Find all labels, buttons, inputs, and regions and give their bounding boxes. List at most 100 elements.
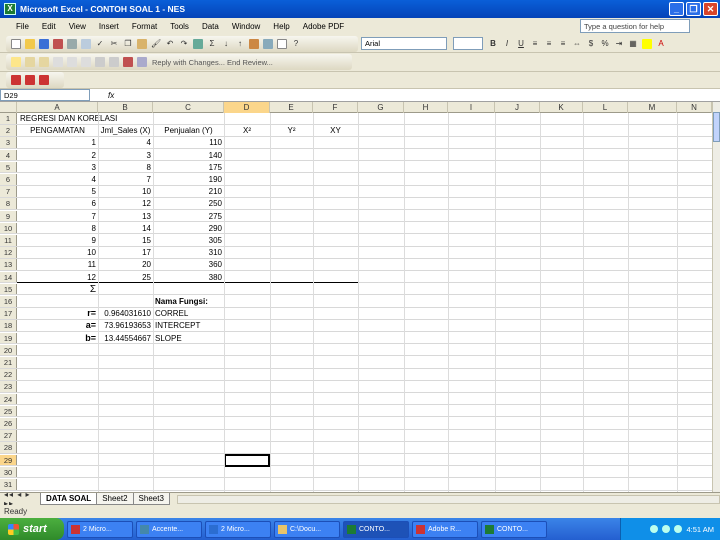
menu-adobe-pdf[interactable]: Adobe PDF	[303, 22, 344, 31]
network-icon[interactable]	[650, 525, 659, 533]
show-comment-icon[interactable]	[53, 57, 63, 67]
cell-b2[interactable]: Jml_Sales (X)	[100, 125, 151, 136]
chart-wizard-icon[interactable]	[249, 38, 259, 49]
show-all-comments-icon[interactable]	[67, 57, 77, 67]
cell-a17[interactable]: r=	[19, 308, 96, 319]
align-left-icon[interactable]: ≡	[530, 39, 540, 49]
column-header-h[interactable]: H	[404, 102, 448, 113]
taskbar-button[interactable]: 2 Micro...	[67, 520, 133, 538]
menu-help[interactable]: Help	[273, 22, 289, 31]
cell-a18[interactable]: a=	[19, 320, 96, 331]
worksheet-grid[interactable]: 1 REGRESI DAN KORELASI 2 PENGAMATAN Jml_Sale…	[0, 113, 712, 492]
cell-d2[interactable]: X²	[226, 125, 268, 136]
column-header-f[interactable]: F	[313, 102, 358, 113]
name-box[interactable]: D29	[0, 89, 90, 101]
column-header-c[interactable]: C	[153, 102, 224, 113]
row-header[interactable]: 11	[0, 235, 17, 246]
row-header[interactable]: 21	[0, 357, 17, 368]
menu-tools[interactable]: Tools	[170, 22, 189, 31]
row-header[interactable]: 29	[0, 454, 17, 466]
taskbar-button[interactable]: CONTO...	[343, 520, 409, 538]
row-header[interactable]: 1	[0, 113, 17, 124]
row-header[interactable]: 13	[0, 259, 17, 271]
cell-b17[interactable]: 0.964031610	[100, 308, 151, 319]
indent-icon[interactable]: ⇥	[614, 39, 624, 49]
paste-icon[interactable]	[137, 38, 147, 49]
cell-a6[interactable]: 4	[19, 174, 96, 185]
cell-a3[interactable]: 1	[19, 137, 96, 148]
cell-a5[interactable]: 3	[19, 162, 96, 173]
font-size-select[interactable]	[453, 37, 483, 50]
drawing-icon[interactable]	[263, 38, 273, 49]
cell-c2[interactable]: Penjualan (Y)	[155, 125, 222, 136]
print-icon[interactable]	[67, 38, 77, 49]
cell-b8[interactable]: 12	[100, 198, 151, 209]
row-header[interactable]: 18	[0, 320, 17, 332]
row-header[interactable]: 19	[0, 332, 17, 344]
menu-data[interactable]: Data	[202, 22, 219, 31]
sheet-tab-sheet2[interactable]: Sheet2	[96, 493, 134, 505]
column-header-b[interactable]: B	[98, 102, 153, 113]
vertical-scrollbar[interactable]	[712, 102, 720, 492]
cell-c5[interactable]: 175	[155, 162, 222, 173]
spelling-icon[interactable]: ✓	[95, 39, 105, 49]
taskbar-button[interactable]: CONTO...	[481, 520, 547, 538]
merge-center-icon[interactable]: ⇔	[572, 39, 582, 49]
cell-f2[interactable]: XY	[315, 125, 356, 136]
open-icon[interactable]	[25, 38, 35, 49]
cell-c17[interactable]: CORREL	[155, 308, 222, 319]
cell-b19[interactable]: 13.44554667	[100, 333, 151, 344]
row-header[interactable]: 7	[0, 186, 17, 197]
copy-icon[interactable]: ❐	[123, 39, 133, 49]
clock[interactable]: 4:51 AM	[686, 525, 714, 534]
cell-c8[interactable]: 250	[155, 198, 222, 209]
cell-a1[interactable]: REGRESI DAN KORELASI	[20, 113, 220, 124]
mail-recipient-icon[interactable]	[123, 57, 133, 67]
taskbar-button[interactable]: Accente...	[136, 520, 202, 538]
cell-a14[interactable]: 12	[19, 272, 96, 283]
restore-button[interactable]: ❐	[686, 2, 701, 16]
track-changes-icon[interactable]	[95, 57, 105, 67]
ink-icon[interactable]	[109, 57, 119, 67]
row-header[interactable]: 31	[0, 479, 17, 490]
row-header[interactable]: 8	[0, 198, 17, 210]
cell-b18[interactable]: 73.96193653	[100, 320, 151, 331]
zoom-icon[interactable]	[277, 38, 287, 49]
scroll-thumb[interactable]	[713, 112, 720, 142]
select-all-corner[interactable]	[0, 102, 17, 113]
menu-file[interactable]: File	[16, 22, 29, 31]
sheet-tab-sheet3[interactable]: Sheet3	[132, 493, 170, 505]
active-cell-cursor[interactable]	[224, 453, 270, 467]
taskbar-button[interactable]: C:\Docu...	[274, 520, 340, 538]
cell-b5[interactable]: 8	[100, 162, 151, 173]
row-header[interactable]: 14	[0, 271, 17, 283]
cut-icon[interactable]: ✂	[109, 39, 119, 49]
cell-c3[interactable]: 110	[155, 137, 222, 148]
cell-c10[interactable]: 290	[155, 223, 222, 234]
cell-b3[interactable]: 4	[100, 137, 151, 148]
column-header-i[interactable]: I	[448, 102, 495, 113]
cell-e2[interactable]: Y²	[272, 125, 311, 136]
cell-b13[interactable]: 20	[100, 259, 151, 270]
taskbar-button[interactable]: 2 Micro...	[205, 520, 271, 538]
security-icon[interactable]	[674, 525, 683, 533]
save-icon[interactable]	[39, 38, 49, 49]
column-header-a[interactable]: A	[17, 102, 98, 113]
cell-a12[interactable]: 10	[19, 247, 96, 258]
cell-c7[interactable]: 210	[155, 186, 222, 197]
sort-descending-icon[interactable]: ↑	[235, 39, 245, 49]
cell-b9[interactable]: 13	[100, 211, 151, 222]
horizontal-scrollbar[interactable]	[176, 494, 720, 504]
row-header[interactable]: 4	[0, 149, 17, 161]
autosum-icon[interactable]: Σ	[207, 39, 217, 49]
column-header-e[interactable]: E	[270, 102, 313, 113]
column-header-g[interactable]: G	[358, 102, 404, 113]
sort-ascending-icon[interactable]: ↓	[221, 39, 231, 49]
cell-a13[interactable]: 11	[19, 259, 96, 270]
font-color-icon[interactable]: A	[656, 39, 666, 49]
convert-pdf-icon[interactable]	[11, 75, 21, 85]
column-header-n[interactable]: N	[677, 102, 712, 113]
delete-comment-icon[interactable]	[81, 57, 91, 67]
undo-icon[interactable]: ↶	[165, 39, 175, 49]
cell-c18[interactable]: INTERCEPT	[155, 320, 222, 331]
